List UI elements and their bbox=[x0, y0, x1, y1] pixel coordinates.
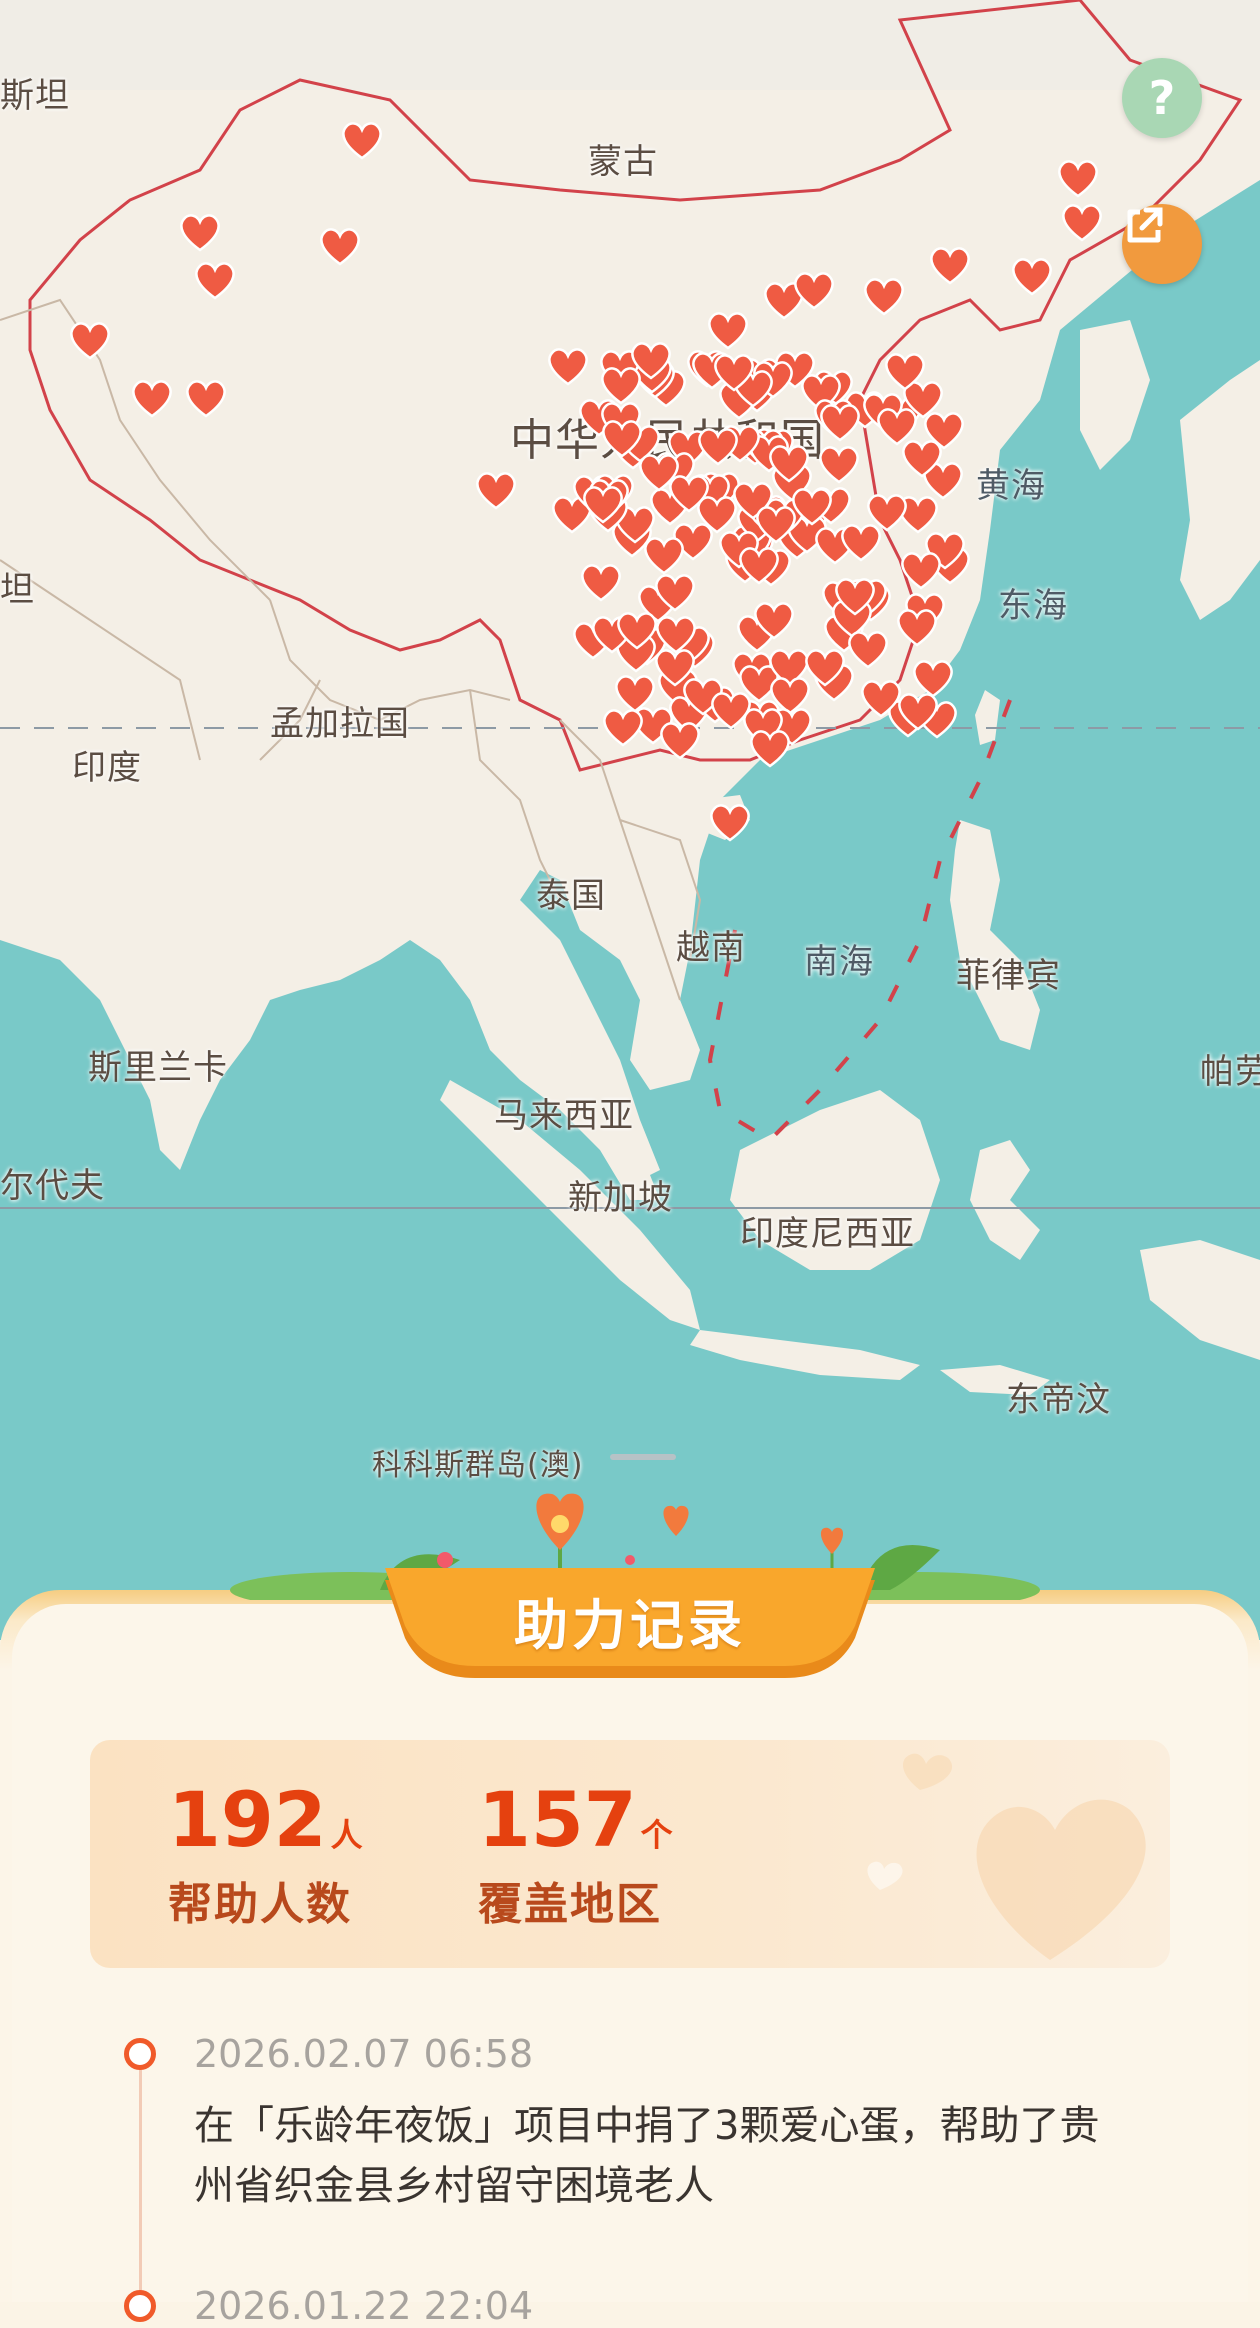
stats-card: 192 人 帮助人数 157 个 覆盖地区 bbox=[90, 1740, 1170, 1968]
heart-marker-icon bbox=[583, 486, 623, 524]
region-unit: 个 bbox=[640, 1816, 673, 1854]
philippines-islands bbox=[950, 820, 1040, 1050]
heart-marker-icon bbox=[655, 574, 695, 612]
map-label-pakistan: 斯坦 bbox=[0, 76, 70, 116]
heart-marker-icon bbox=[195, 262, 235, 300]
heart-marker-icon bbox=[820, 404, 860, 442]
heart-marker-icon bbox=[848, 631, 888, 669]
map-label-mongolia: 蒙古 bbox=[588, 142, 658, 182]
helped-unit: 人 bbox=[330, 1816, 363, 1854]
korea-japan bbox=[1080, 320, 1260, 620]
heart-marker-icon bbox=[1058, 160, 1098, 198]
panel-title: 助力记录 bbox=[514, 1594, 746, 1657]
heart-marker-icon bbox=[819, 446, 859, 484]
heart-marker-icon bbox=[710, 804, 750, 842]
sulawesi bbox=[970, 1140, 1040, 1260]
map-label-malaysia: 马来西亚 bbox=[494, 1096, 634, 1136]
region-count: 157 bbox=[478, 1775, 637, 1864]
heart-marker-icon bbox=[617, 612, 657, 650]
heart-marker-icon bbox=[769, 445, 809, 483]
map-label-vietnam: 越南 bbox=[676, 928, 746, 968]
java bbox=[690, 1330, 920, 1380]
heart-marker-icon bbox=[711, 692, 751, 730]
heart-marker-icon bbox=[714, 354, 754, 392]
help-button[interactable]: ? bbox=[1122, 58, 1202, 138]
record-time: 2026.01.22 22:04 bbox=[194, 2284, 534, 2328]
scale-bar bbox=[610, 1454, 676, 1460]
heart-marker-icon bbox=[794, 272, 834, 310]
heart-marker-icon bbox=[615, 675, 655, 713]
map-label-bangladesh: 孟加拉国 bbox=[270, 704, 410, 744]
heart-watermark-icon bbox=[867, 1753, 1146, 1960]
map-label-singapore: 新加坡 bbox=[568, 1178, 673, 1218]
timeline-dot bbox=[124, 2038, 156, 2070]
map-label-thailand: 泰国 bbox=[536, 876, 606, 916]
region-label: 覆盖地区 bbox=[478, 1879, 662, 1930]
heart-marker-icon bbox=[864, 278, 904, 316]
heart-marker-icon bbox=[132, 380, 172, 418]
heart-marker-icon bbox=[754, 602, 794, 640]
heart-marker-icon bbox=[186, 380, 226, 418]
heart-marker-icon bbox=[901, 552, 941, 590]
heart-marker-icon bbox=[897, 609, 937, 647]
map-label-left-edge: 坦 bbox=[0, 570, 35, 610]
external-link-icon bbox=[1127, 207, 1163, 243]
timeline-dot bbox=[124, 2290, 156, 2322]
map-label-indonesia: 印度尼西亚 bbox=[740, 1214, 915, 1254]
heart-marker-icon bbox=[660, 722, 700, 760]
region-count-stat: 157 个 覆盖地区 bbox=[478, 1780, 673, 1932]
map-label-cocos-islands: 科科斯群岛(澳) bbox=[372, 1448, 584, 1483]
heart-marker-icon bbox=[750, 730, 790, 768]
map-label-east-timor: 东帝汶 bbox=[1006, 1380, 1111, 1420]
heart-marker-icon bbox=[930, 247, 970, 285]
heart-marker-icon bbox=[548, 348, 588, 386]
heart-marker-icon bbox=[476, 472, 516, 510]
heart-marker-icon bbox=[867, 494, 907, 532]
heart-marker-icon bbox=[602, 420, 642, 458]
timeline-line bbox=[139, 2060, 142, 2320]
map-label-south-sea: 南海 bbox=[804, 942, 874, 982]
heart-marker-icon bbox=[898, 693, 938, 731]
heart-marker-icon bbox=[885, 353, 925, 391]
record-time: 2026.02.07 06:58 bbox=[194, 2032, 534, 2076]
share-button[interactable] bbox=[1122, 204, 1202, 284]
heart-marker-icon bbox=[70, 322, 110, 360]
map-label-philippines: 菲律宾 bbox=[956, 956, 1061, 996]
map-label-palau: 帕劳 bbox=[1200, 1052, 1260, 1092]
heart-marker-icon bbox=[342, 122, 382, 160]
helped-count: 192 bbox=[168, 1775, 327, 1864]
heart-marker-icon bbox=[805, 649, 845, 687]
map-label-east-sea: 东海 bbox=[998, 586, 1068, 626]
help-record-panel: 助力记录 192 人 帮助人数 157 个 覆盖地区 2026.02.07 06:5… bbox=[0, 1493, 1260, 2328]
heart-marker-icon bbox=[792, 488, 832, 526]
question-icon: ? bbox=[1148, 71, 1176, 125]
map-label-maldives: 尔代夫 bbox=[0, 1166, 105, 1206]
heart-marker-icon bbox=[1012, 258, 1052, 296]
donation-map[interactable]: 斯坦 蒙古 中华人民共和国 黄海 东海 坦 孟加拉国 印度 泰国 越南 南海 菲… bbox=[0, 0, 1260, 1640]
helped-label: 帮助人数 bbox=[168, 1879, 352, 1930]
heart-marker-icon bbox=[180, 214, 220, 252]
heart-marker-icon bbox=[656, 616, 696, 654]
heart-marker-icon bbox=[739, 547, 779, 585]
heart-marker-icon bbox=[1062, 204, 1102, 242]
heart-marker-icon bbox=[320, 228, 360, 266]
taiwan bbox=[975, 690, 1000, 745]
record-text: 在「乐龄年夜饭」项目中捐了3颗爱心蛋，帮助了贵州省织金县乡村留守困境老人 bbox=[194, 2103, 1100, 2209]
heart-marker-icon bbox=[835, 578, 875, 616]
heart-marker-icon bbox=[698, 428, 738, 466]
map-label-sri-lanka: 斯里兰卡 bbox=[88, 1048, 228, 1088]
map-label-india: 印度 bbox=[72, 748, 142, 788]
heart-marker-icon bbox=[581, 564, 621, 602]
helped-count-stat: 192 人 帮助人数 bbox=[168, 1780, 363, 1932]
new-guinea bbox=[1140, 1240, 1260, 1360]
map-label-yellow-sea: 黄海 bbox=[976, 466, 1046, 506]
